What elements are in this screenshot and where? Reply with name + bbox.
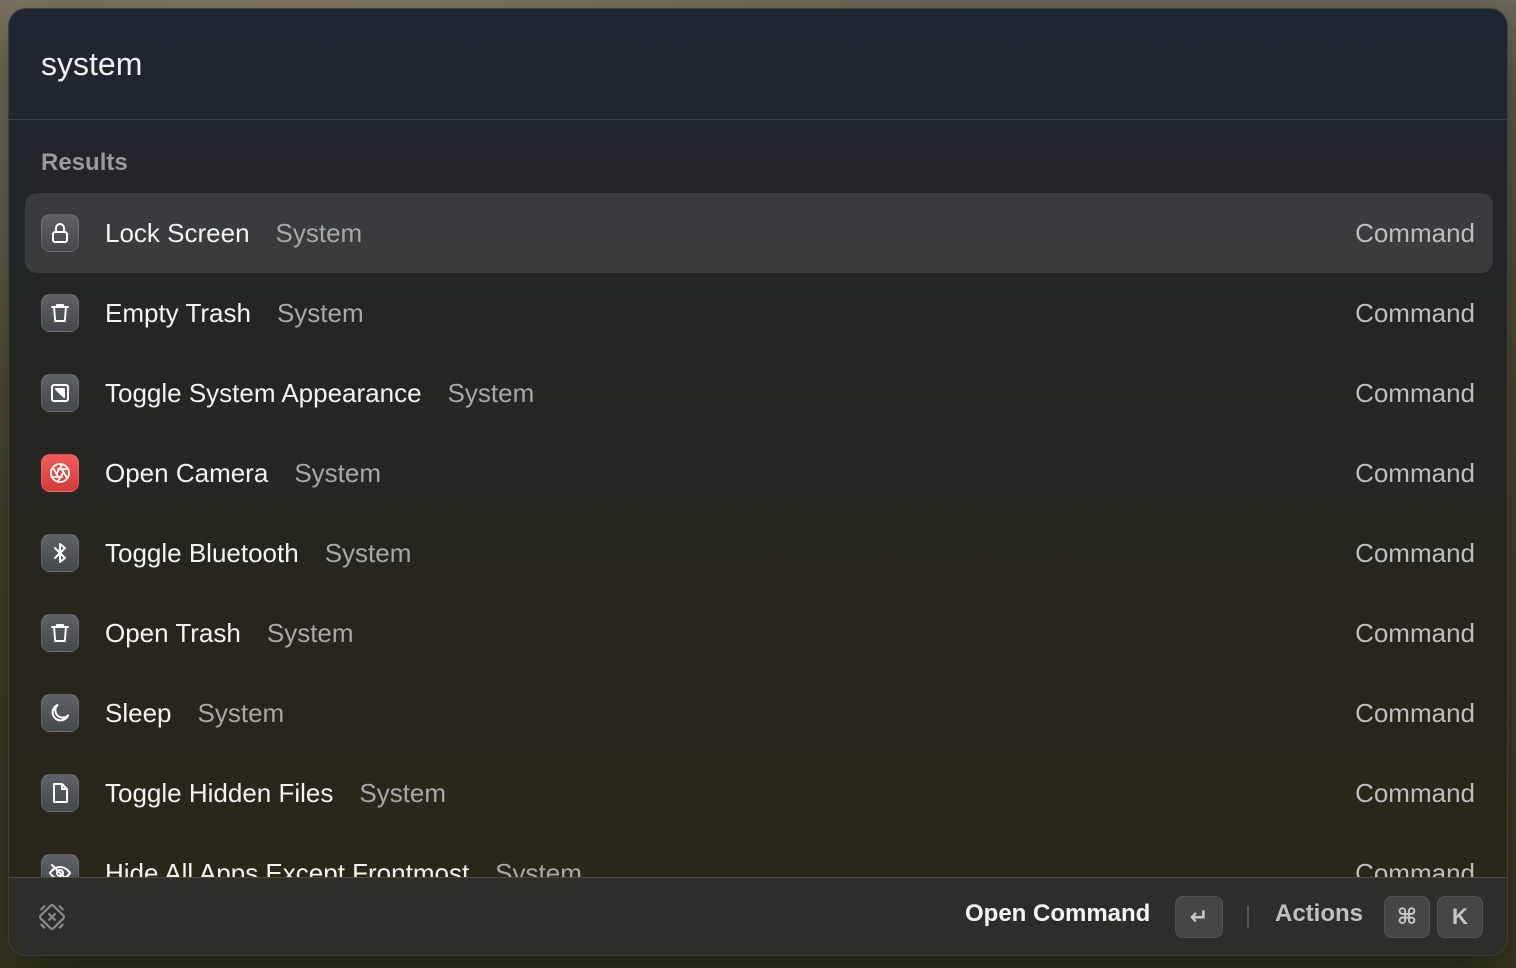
section-title: Results	[41, 149, 128, 176]
app-logo-icon	[39, 904, 65, 930]
k-key-hint: K	[1437, 896, 1483, 938]
result-row-toggle-hidden-files[interactable]: Toggle Hidden Files System Command	[25, 753, 1493, 833]
action-bar: Open Command ↵ Actions ⌘ K	[9, 877, 1507, 955]
search-bar	[9, 9, 1507, 120]
result-title: Sleep	[105, 697, 172, 728]
trash-icon	[41, 614, 79, 652]
result-subtitle: System	[294, 457, 381, 488]
result-accessory: Command	[1355, 297, 1475, 328]
eye-off-icon	[41, 854, 79, 877]
result-subtitle: System	[447, 377, 535, 408]
result-row-empty-trash[interactable]: Empty Trash System Command	[25, 273, 1493, 353]
result-title: Toggle Bluetooth	[105, 537, 299, 568]
result-accessory: Command	[1355, 697, 1475, 728]
open-command-button[interactable]: Open Command	[965, 900, 1150, 928]
result-row-hide-all-apps[interactable]: Hide All Apps Except Frontmost System Co…	[25, 833, 1493, 877]
result-accessory: Command	[1355, 857, 1475, 878]
result-subtitle: System	[197, 697, 285, 728]
result-accessory: Command	[1355, 457, 1475, 488]
result-subtitle: System	[359, 777, 447, 808]
result-subtitle: System	[324, 537, 412, 568]
launcher-window: Results Lock Screen System Command Empty…	[8, 8, 1508, 956]
result-title: Lock Screen	[105, 217, 250, 248]
footer-divider	[1247, 906, 1249, 928]
result-accessory: Command	[1355, 377, 1475, 408]
camera-aperture-icon	[41, 454, 79, 492]
bluetooth-icon	[41, 534, 79, 572]
appearance-icon	[41, 374, 79, 412]
result-row-open-camera[interactable]: Open Camera System Command	[25, 433, 1493, 513]
document-icon	[41, 774, 79, 812]
result-title: Open Camera	[105, 457, 269, 488]
result-row-toggle-system-appearance[interactable]: Toggle System Appearance System Command	[25, 353, 1493, 433]
result-subtitle: System	[495, 857, 582, 878]
results-list: Lock Screen System Command Empty Trash S…	[25, 193, 1493, 877]
result-row-sleep[interactable]: Sleep System Command	[25, 673, 1493, 753]
result-subtitle: System	[276, 297, 364, 328]
result-accessory: Command	[1355, 617, 1475, 648]
result-row-lock-screen[interactable]: Lock Screen System Command	[25, 193, 1493, 273]
moon-icon	[41, 694, 79, 732]
result-subtitle: System	[275, 217, 363, 248]
result-accessory: Command	[1355, 217, 1475, 248]
lock-icon	[41, 214, 79, 252]
result-title: Empty Trash	[105, 297, 251, 328]
result-row-open-trash[interactable]: Open Trash System Command	[25, 593, 1493, 673]
result-subtitle: System	[266, 617, 354, 648]
search-input[interactable]	[41, 45, 1441, 83]
result-title: Hide All Apps Except Frontmost	[105, 857, 470, 878]
cmd-key-hint: ⌘	[1384, 896, 1430, 938]
result-accessory: Command	[1355, 537, 1475, 568]
result-title: Toggle System Appearance	[105, 377, 422, 408]
result-title: Open Trash	[105, 617, 241, 648]
result-title: Toggle Hidden Files	[105, 777, 334, 808]
result-accessory: Command	[1355, 777, 1475, 808]
actions-button[interactable]: Actions	[1275, 900, 1363, 928]
result-row-toggle-bluetooth[interactable]: Toggle Bluetooth System Command	[25, 513, 1493, 593]
enter-key-hint: ↵	[1175, 896, 1223, 938]
trash-icon	[41, 294, 79, 332]
